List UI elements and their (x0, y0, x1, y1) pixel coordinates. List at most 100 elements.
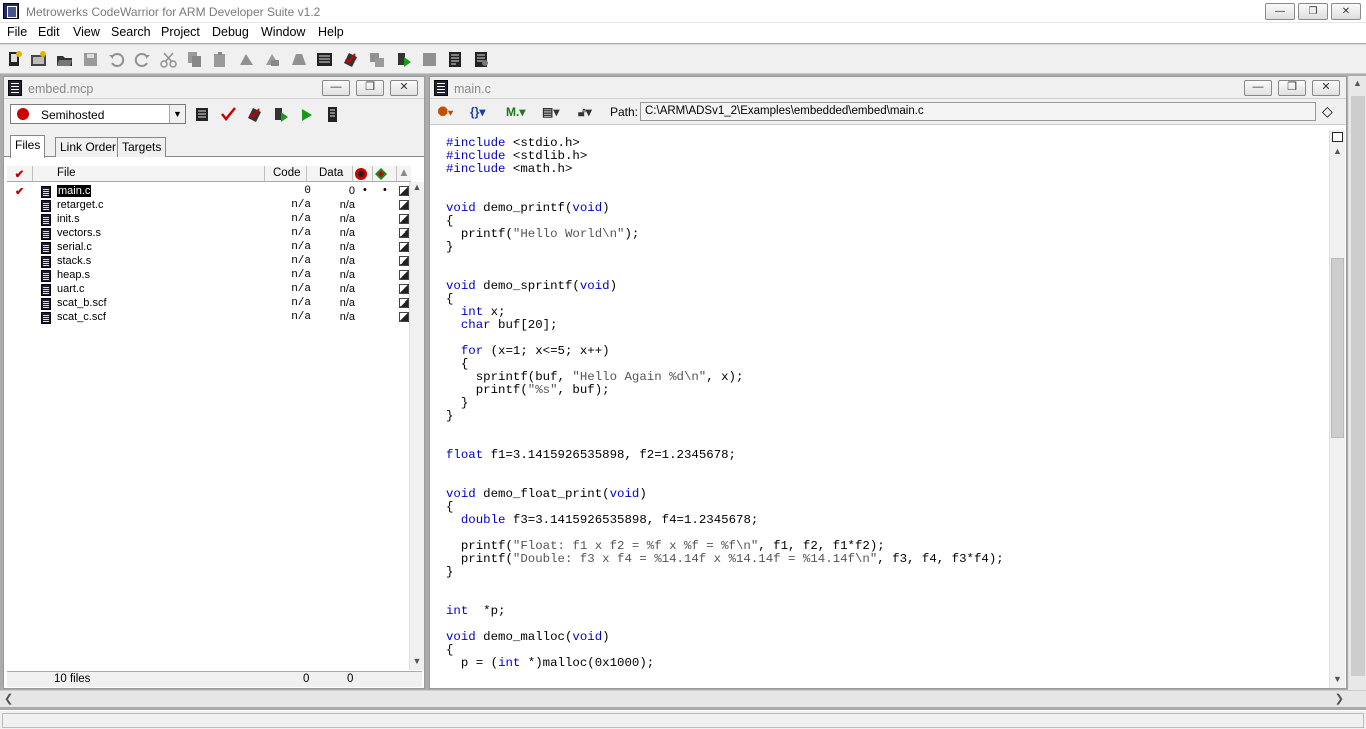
file-name[interactable]: retarget.c (57, 199, 103, 211)
frame-horizontal-scrollbar[interactable]: ❮ ❯ (0, 690, 1366, 707)
file-name[interactable]: stack.s (57, 255, 91, 267)
file-name[interactable]: heap.s (57, 269, 90, 281)
markers-popup-icon[interactable]: M.▾ (506, 105, 525, 119)
debug-icon[interactable] (272, 106, 289, 123)
cut-icon[interactable] (160, 51, 177, 68)
data-column-header[interactable]: Data (307, 166, 353, 181)
file-name[interactable]: serial.c (57, 241, 92, 253)
tab-targets[interactable]: Targets (117, 137, 167, 157)
target-column-icon[interactable] (373, 166, 397, 181)
header-files-popup-icon[interactable]: ⯃▾ (438, 105, 453, 120)
copy-icon[interactable] (186, 51, 203, 68)
restore-button[interactable]: ❐ (1298, 3, 1328, 20)
menu-debug[interactable]: Debug (212, 25, 249, 39)
file-name[interactable]: main.c (57, 185, 92, 197)
frame-scrollbar[interactable]: ▲ (1348, 76, 1366, 690)
find-icon[interactable] (316, 51, 333, 68)
scroll-right-icon[interactable]: ❯ (1335, 692, 1344, 705)
stop-icon[interactable] (290, 51, 307, 68)
editor-close-button[interactable]: ✕ (1312, 80, 1340, 96)
tab-link-order[interactable]: Link Order (55, 137, 122, 157)
touched-check-icon[interactable]: ✔ (15, 185, 24, 198)
file-options-icon[interactable] (399, 312, 409, 322)
file-options-icon[interactable] (399, 242, 409, 252)
make-icon[interactable] (246, 106, 263, 123)
tab-files[interactable]: Files (10, 135, 46, 158)
scroll-thumb[interactable] (1331, 258, 1344, 438)
synchronize-icon[interactable] (220, 106, 237, 123)
file-options-icon[interactable] (399, 270, 409, 280)
path-field[interactable]: C:\ARM\ADSv1_2\Examples\embedded\embed\m… (640, 102, 1316, 121)
redo-icon[interactable] (134, 51, 151, 68)
file-name[interactable]: scat_c.scf (57, 311, 106, 323)
scroll-down-icon[interactable]: ▼ (410, 656, 424, 670)
project-close-button[interactable]: ✕ (390, 80, 418, 96)
code-column-header[interactable]: Code (265, 166, 307, 181)
file-options-icon[interactable] (399, 284, 409, 294)
file-options-icon[interactable] (399, 214, 409, 224)
disassemble-icon[interactable] (368, 51, 385, 68)
functions-popup-icon[interactable]: {}▾ (470, 105, 485, 119)
file-row[interactable]: stack.s n/a n/a (7, 255, 411, 269)
debug-flag[interactable]: • (363, 184, 367, 196)
target-flag[interactable]: • (383, 184, 387, 196)
scroll-up-icon[interactable]: ▲ (1349, 78, 1366, 92)
save-icon[interactable] (82, 51, 99, 68)
frame-scroll-thumb[interactable] (1351, 96, 1365, 676)
file-row[interactable]: retarget.c n/a n/a (7, 199, 411, 213)
menu-view[interactable]: View (73, 25, 100, 39)
new-project-icon[interactable] (30, 51, 47, 68)
scroll-up-icon[interactable]: ▲ (1330, 146, 1345, 160)
file-options-icon[interactable] (399, 256, 409, 266)
menu-project[interactable]: Project (161, 25, 200, 39)
target-settings-icon[interactable] (194, 106, 211, 123)
file-row[interactable]: heap.s n/a n/a (7, 269, 411, 283)
file-row[interactable]: uart.c n/a n/a (7, 283, 411, 297)
debug-column-icon[interactable] (353, 166, 373, 181)
scroll-left-icon[interactable]: ❮ (4, 692, 13, 705)
lock-icon[interactable]: 🔓︎▾ (578, 105, 592, 120)
open-icon[interactable] (56, 51, 73, 68)
menu-help[interactable]: Help (318, 25, 344, 39)
new-text-file-icon[interactable] (6, 51, 23, 68)
debug-icon[interactable] (395, 51, 412, 68)
editor-scrollbar[interactable]: ▲ ▼ (1329, 130, 1345, 688)
file-column-header[interactable]: File (33, 166, 265, 181)
file-row[interactable]: vectors.s n/a n/a (7, 227, 411, 241)
menu-edit[interactable]: Edit (38, 25, 60, 39)
column-scroll-up-icon[interactable]: ▲ (397, 166, 411, 181)
project-restore-button[interactable]: ❐ (356, 80, 384, 96)
bring-up-to-date-icon[interactable] (238, 51, 255, 68)
path-options-icon[interactable]: ◇ (1322, 103, 1333, 120)
file-options-icon[interactable] (399, 186, 409, 196)
document-settings-icon[interactable]: ▤▾ (542, 105, 559, 119)
compile-icon[interactable] (342, 51, 359, 68)
menu-window[interactable]: Window (261, 25, 305, 39)
file-name[interactable]: scat_b.scf (57, 297, 107, 309)
paste-icon[interactable] (212, 51, 229, 68)
file-row[interactable]: scat_b.scf n/a n/a (7, 297, 411, 311)
file-row[interactable]: scat_c.scf n/a n/a (7, 311, 411, 325)
undo-icon[interactable] (108, 51, 125, 68)
project-inspector-icon[interactable] (324, 106, 341, 123)
file-name[interactable]: uart.c (57, 283, 85, 295)
file-row[interactable]: init.s n/a n/a (7, 213, 411, 227)
file-row[interactable]: ✔ main.c 0 0 • • (7, 184, 411, 199)
preferences-icon[interactable] (447, 51, 464, 68)
menu-search[interactable]: Search (111, 25, 151, 39)
menu-file[interactable]: File (7, 25, 27, 39)
code-editor[interactable]: #include <stdio.h> #include <stdlib.h> #in… (446, 137, 1316, 678)
target-select[interactable]: Semihosted ▼ (10, 104, 186, 124)
close-button[interactable]: ✕ (1331, 3, 1361, 20)
stop-build-icon[interactable] (421, 51, 438, 68)
make-icon[interactable] (264, 51, 281, 68)
file-name[interactable]: vectors.s (57, 227, 101, 239)
split-pane-icon[interactable] (1332, 132, 1343, 142)
editor-restore-button[interactable]: ❐ (1278, 80, 1306, 96)
file-options-icon[interactable] (399, 228, 409, 238)
project-minimize-button[interactable]: — (322, 80, 350, 96)
editor-minimize-button[interactable]: — (1244, 80, 1272, 96)
project-scrollbar[interactable]: ▲ ▼ (409, 182, 424, 670)
file-row[interactable]: serial.c n/a n/a (7, 241, 411, 255)
scroll-down-icon[interactable]: ▼ (1330, 674, 1345, 688)
